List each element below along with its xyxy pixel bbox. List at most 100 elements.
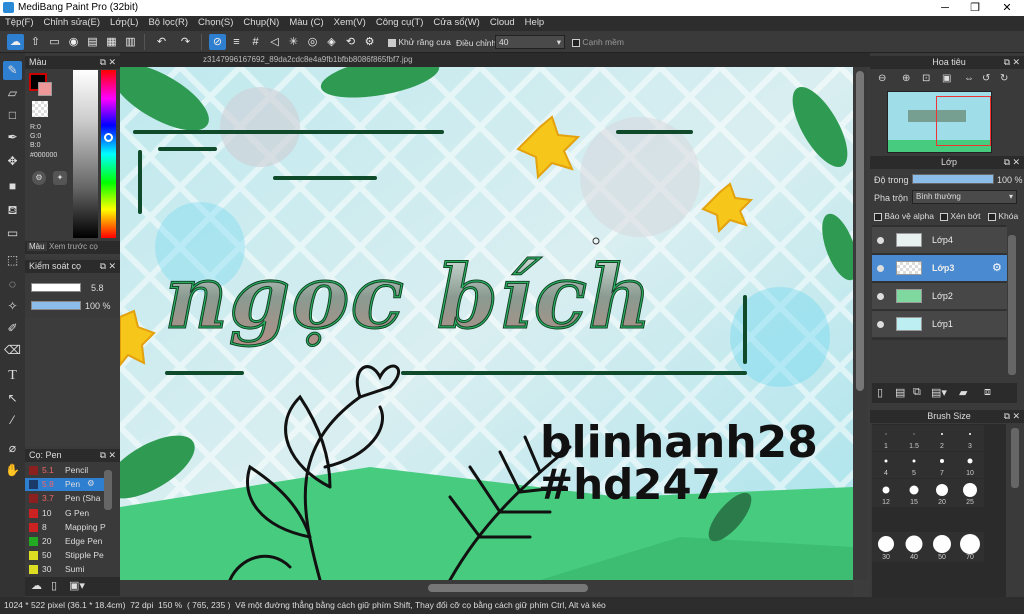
duplicate-layer-icon[interactable]: ⧉	[913, 386, 921, 399]
fit-icon[interactable]: ⊡	[922, 73, 930, 84]
menu-edit[interactable]: Chỉnh sửa(E)	[39, 16, 106, 29]
navigator-thumbnail[interactable]	[887, 91, 992, 153]
brush-size-cell[interactable]: 40	[900, 532, 928, 562]
brush-item-pencil[interactable]: 5.1 Pencil	[25, 464, 110, 477]
blend-mode-select[interactable]: Bình thường ▾	[912, 190, 1017, 204]
brush-size-cell[interactable]: 10	[956, 452, 984, 478]
brush-opacity-slider[interactable]	[31, 301, 81, 310]
undo-icon[interactable]: ↶	[153, 34, 170, 50]
folder-icon[interactable]: ▰	[959, 386, 967, 399]
maximize-button[interactable]: ❐	[960, 0, 990, 16]
brush-size-cell[interactable]: 5	[900, 452, 928, 478]
operation-tool-icon[interactable]: ↖	[3, 389, 22, 408]
menu-tools[interactable]: Công cụ(T)	[371, 16, 429, 29]
brush-size-cell[interactable]: 30	[872, 532, 900, 562]
magic-wand-tool-icon[interactable]: ✧	[3, 297, 22, 316]
upload-icon[interactable]: ⇧	[27, 34, 44, 50]
brush-size-cell[interactable]: 12	[872, 479, 900, 507]
layer-opacity-slider[interactable]	[912, 174, 994, 184]
menu-filter[interactable]: Bộ lọc(R)	[143, 16, 193, 29]
new-layer-icon[interactable]: ▯	[877, 386, 883, 399]
merge-layer-icon[interactable]: ⧈	[984, 386, 991, 399]
brush-item-pen[interactable]: 5.8 Pen ⚙	[25, 478, 110, 491]
menu-file[interactable]: Tệp(F)	[0, 16, 39, 29]
rotate-left-icon[interactable]: ↺	[982, 73, 990, 84]
cloud-brush-icon[interactable]: ☁	[31, 579, 42, 592]
brush-list-scrollbar[interactable]	[104, 470, 112, 510]
layer-row-3[interactable]: Lớp3 ⚙	[872, 255, 1007, 282]
menu-layer[interactable]: Lớp(L)	[105, 16, 143, 29]
soft-edge-checkbox[interactable]: Cạnh mềm	[572, 37, 624, 47]
new-halftone-layer-icon[interactable]: ▤	[895, 386, 905, 399]
visibility-icon[interactable]	[877, 293, 884, 300]
settings-snap-icon[interactable]: ⚙	[361, 34, 378, 50]
brush-size-cell[interactable]: 70	[956, 532, 984, 562]
eyedropper-tool-icon[interactable]: ⌀	[3, 439, 22, 458]
brush-item-pen-shading[interactable]: 3.7 Pen (Sha	[25, 492, 110, 505]
menu-snap[interactable]: Chụp(N)	[238, 16, 284, 29]
table-icon[interactable]: ▥	[122, 34, 139, 50]
document-icon[interactable]: ▤	[84, 34, 101, 50]
layer-row-2[interactable]: Lớp2	[872, 283, 1007, 310]
menu-select[interactable]: Chọn(S)	[193, 16, 238, 29]
brush-size-cell[interactable]: 20	[928, 479, 956, 507]
ellipse-snap-icon[interactable]: ⟲	[342, 34, 359, 50]
vertical-scroll-thumb[interactable]	[856, 71, 864, 391]
brush-size-slider[interactable]	[31, 283, 81, 292]
menu-view[interactable]: Xem(V)	[329, 16, 371, 29]
brush-size-scrollbar[interactable]	[1011, 428, 1019, 488]
brush-item-edge-pen[interactable]: 20 Edge Pen	[25, 535, 110, 548]
bucket-tool-icon[interactable]: ⛾	[3, 201, 22, 220]
redo-icon[interactable]: ↷	[177, 34, 194, 50]
select-tool-icon[interactable]: ⬚	[3, 251, 22, 270]
new-brush-icon[interactable]: ▯	[51, 579, 57, 592]
menu-color[interactable]: Màu (C)	[284, 16, 328, 29]
antialias-checkbox[interactable]: Khử răng cưa	[388, 37, 451, 47]
brush-size-cell[interactable]: 25	[956, 479, 984, 507]
canvas-horizontal-scrollbar[interactable]	[120, 580, 853, 597]
zoom-out-icon[interactable]: ⊖	[878, 73, 886, 84]
text-tool-icon[interactable]: T	[3, 366, 22, 385]
actual-size-icon[interactable]: ▣	[942, 73, 951, 84]
brush-size-cell[interactable]: 4	[872, 452, 900, 478]
palette-icon[interactable]: ⚙	[32, 171, 46, 185]
brush-size-cell[interactable]: 1	[872, 425, 900, 451]
share-icon[interactable]: ◉	[65, 34, 82, 50]
brush-size-cell[interactable]: 3	[956, 425, 984, 451]
transparent-color-icon[interactable]	[32, 101, 48, 117]
close-button[interactable]: ✕	[992, 0, 1022, 16]
menu-cloud[interactable]: Cloud	[485, 16, 520, 29]
brush-item-sumi[interactable]: 30 Sumi	[25, 563, 110, 576]
radial-snap-icon[interactable]: ✳	[285, 34, 302, 50]
grid-snap-icon[interactable]: #	[247, 34, 264, 50]
layer-menu-icon[interactable]: ▤▾	[931, 386, 947, 399]
correction-select[interactable]: 40 ▾	[495, 35, 565, 49]
brush-menu-icon[interactable]: ▣▾	[69, 579, 85, 592]
flip-icon[interactable]: ⇔	[964, 73, 974, 84]
parallel-snap-icon[interactable]: ≡	[228, 34, 245, 50]
grid-icon[interactable]: ▦	[103, 34, 120, 50]
zoom-in-icon[interactable]: ⊕	[902, 73, 910, 84]
layer-row-1[interactable]: Lớp1	[872, 311, 1007, 338]
brush-item-stipple-pen[interactable]: 50 Stipple Pe	[25, 549, 110, 562]
brush-size-cell[interactable]: 50	[928, 532, 956, 562]
brush-item-mapping-pen[interactable]: 8 Mapping P	[25, 521, 110, 534]
cloud-icon[interactable]: ☁	[7, 34, 24, 50]
canvas-tab[interactable]: z3147996167692_89da2cdc8e4a9fb1bfbb8086f…	[203, 55, 413, 64]
layer-settings-icon[interactable]: ⚙	[992, 261, 1002, 274]
hue-slider-handle[interactable]	[104, 133, 113, 142]
clipping-checkbox[interactable]: Xén bớt	[940, 211, 981, 221]
lasso-tool-icon[interactable]: ◌	[3, 275, 22, 294]
dot-tool-icon[interactable]: □	[3, 106, 22, 125]
background-color-swatch[interactable]	[38, 82, 52, 96]
comment-icon[interactable]: ▭	[46, 34, 63, 50]
move-tool-icon[interactable]: ✥	[3, 152, 22, 171]
curve-snap-icon[interactable]: ◈	[323, 34, 340, 50]
gradient-tool-icon[interactable]: ▭	[3, 224, 22, 243]
no-snap-icon[interactable]: ⊘	[209, 34, 226, 50]
canvas-vertical-scrollbar[interactable]	[853, 67, 867, 580]
visibility-icon[interactable]	[877, 321, 884, 328]
brush-size-cell[interactable]: 2	[928, 425, 956, 451]
brush-settings-icon[interactable]: ⚙	[87, 478, 95, 489]
pen-tool-icon[interactable]: ✒	[3, 128, 22, 147]
